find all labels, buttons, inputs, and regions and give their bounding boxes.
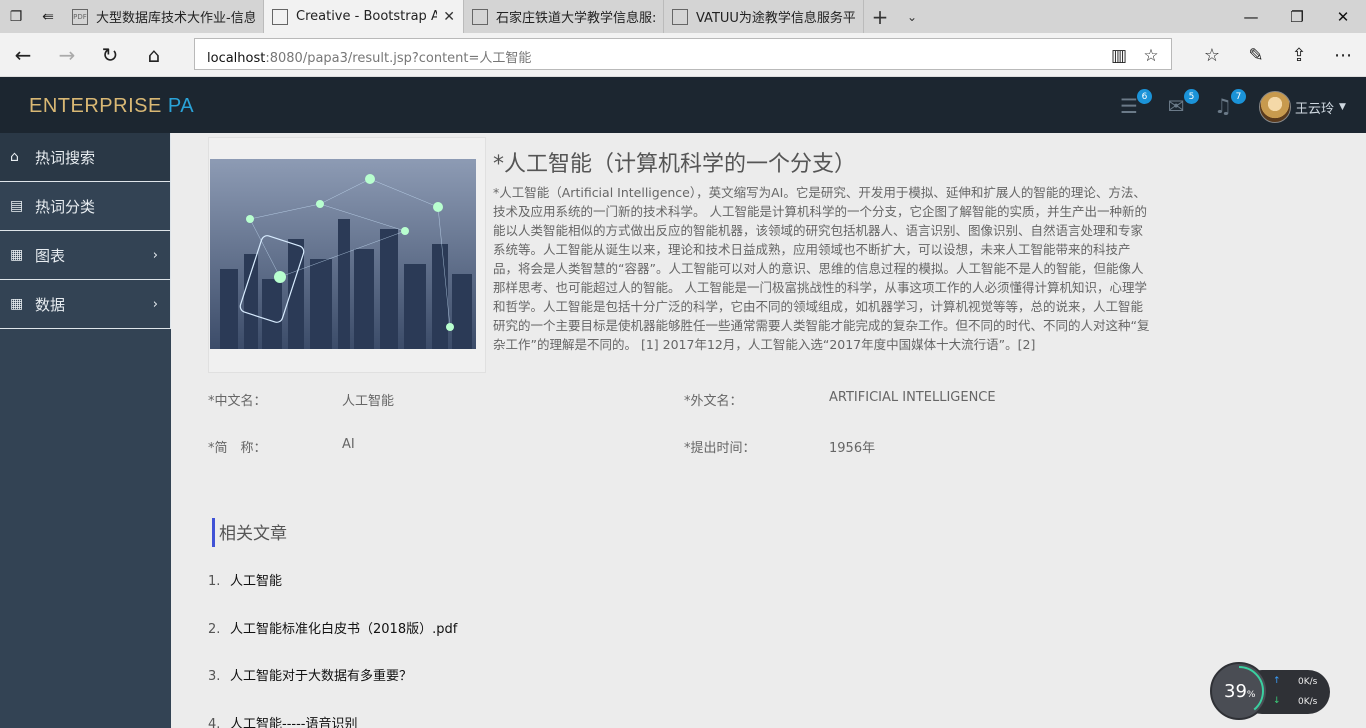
tab-title: 大型数据库技术大作业-信息 <box>96 11 255 26</box>
fact-value-cn-name: 人工智能 <box>342 394 395 409</box>
favorite-star-icon[interactable]: ☆ <box>1139 45 1163 67</box>
tab-title: 石家庄铁道大学教学信息服: <box>496 11 655 26</box>
upload-rate: 0K/s <box>1298 677 1318 687</box>
messages-badge: 5 <box>1184 89 1199 104</box>
set-aside-tabs-icon[interactable]: ⇚ <box>32 0 64 33</box>
article-image <box>208 137 486 373</box>
pen-icon[interactable]: ✎ <box>1241 40 1271 70</box>
tasks-badge: 6 <box>1137 89 1152 104</box>
memory-gauge: 39% <box>1210 662 1268 720</box>
window-controls: — ❐ ✕ <box>1228 0 1366 33</box>
chevron-right-icon: › <box>152 248 158 263</box>
download-arrow-icon: ↓ <box>1273 696 1281 706</box>
restore-icon[interactable]: ❐ <box>1274 0 1320 33</box>
related-articles-heading: 相关文章 <box>212 518 287 547</box>
sidebar-item-label: 数据 <box>35 295 66 314</box>
sidebar-item-label: 热词分类 <box>35 197 96 216</box>
brand-logo[interactable]: ENTERPRISE PA <box>29 95 194 118</box>
list-number: 2. <box>208 622 221 637</box>
page-icon <box>672 8 688 25</box>
sidebar: ⌂ 热词搜索 ▤ 热词分类 ▦ 图表 › ▦ 数据 › <box>0 133 171 728</box>
page-icon <box>272 8 288 25</box>
table-icon: ▦ <box>10 247 24 263</box>
url-text: localhost:8080/papa3/result.jsp?content=… <box>207 51 532 66</box>
notifications-badge: 7 <box>1231 89 1246 104</box>
upload-arrow-icon: ↑ <box>1273 676 1281 686</box>
browser-tab[interactable]: VATUU为途教学信息服务平 <box>664 0 864 33</box>
chevron-down-icon[interactable]: ⌄ <box>896 0 928 33</box>
sidebar-item-hot-search[interactable]: ⌂ 热词搜索 <box>0 133 171 182</box>
related-article-title: 人工智能-----语音识别 <box>230 717 358 728</box>
tab-title: Creative - Bootstrap Ad <box>296 9 438 24</box>
bell-icon[interactable]: ♫ 7 <box>1208 89 1246 121</box>
related-article-title: 人工智能对于大数据有多重要？ <box>230 669 413 684</box>
sidebar-item-label: 热词搜索 <box>35 148 96 167</box>
home-icon[interactable]: ⌂ <box>139 40 169 70</box>
sidebar-item-label: 图表 <box>35 246 66 265</box>
new-tab-icon[interactable]: + <box>864 0 896 33</box>
article-description: *人工智能（Artificial Intelligence），英文缩写为AI。它… <box>493 185 1150 352</box>
table-icon: ▦ <box>10 296 24 312</box>
forward-icon[interactable]: → <box>52 40 82 70</box>
tab-title: VATUU为途教学信息服务平 <box>696 11 855 26</box>
browser-tab-active[interactable]: Creative - Bootstrap Ad ✕ <box>264 0 464 33</box>
related-article-title: 人工智能 <box>230 574 283 589</box>
list-number: 3. <box>208 669 221 684</box>
article-title: *人工智能（计算机科学的一个分支） <box>493 152 857 177</box>
home-icon: ⌂ <box>10 149 19 165</box>
close-tab-icon[interactable]: ✕ <box>443 9 455 25</box>
document-icon: ▤ <box>10 198 24 214</box>
address-bar[interactable]: localhost:8080/papa3/result.jsp?content=… <box>194 38 1172 70</box>
more-icon[interactable]: ⋯ <box>1328 40 1358 70</box>
fact-value-abbr: AI <box>342 437 355 452</box>
fact-value-proposed: 1956年 <box>829 441 876 456</box>
related-article-title: 人工智能标准化白皮书（2018版）.pdf <box>230 622 458 637</box>
back-icon[interactable]: ← <box>8 40 38 70</box>
page-icon <box>472 8 488 25</box>
browser-tab[interactable]: PDF 大型数据库技术大作业-信息 <box>64 0 264 33</box>
fact-label-proposed: *提出时间： <box>684 441 756 456</box>
fact-label-foreign-name: *外文名： <box>684 394 743 409</box>
related-article-link[interactable]: 2. 人工智能标准化白皮书（2018版）.pdf <box>208 618 457 637</box>
user-name: 王云玲 <box>1295 101 1335 117</box>
related-article-link[interactable]: 1. 人工智能 <box>208 570 282 589</box>
related-article-link[interactable]: 4. 人工智能-----语音识别 <box>208 713 357 728</box>
sidebar-item-hot-category[interactable]: ▤ 热词分类 <box>0 182 171 231</box>
main-content: *人工智能（计算机科学的一个分支） *人工智能（Artificial Intel… <box>171 133 1366 728</box>
network-speed-widget[interactable]: ↑ 0K/s ↓ 0K/s 39% <box>1210 662 1330 720</box>
user-menu[interactable]: 王云玲 ▼ <box>1259 91 1346 123</box>
avatar <box>1259 91 1291 123</box>
download-rate: 0K/s <box>1298 697 1318 707</box>
browser-toolbar: ← → ↻ ⌂ localhost:8080/papa3/result.jsp?… <box>0 33 1366 77</box>
reading-view-icon[interactable]: ▥ <box>1107 45 1131 67</box>
browser-tab-strip: ❐ ⇚ PDF 大型数据库技术大作业-信息 Creative - Bootstr… <box>0 0 1366 33</box>
tab-actions-icon[interactable]: ❐ <box>0 0 32 33</box>
fact-label-cn-name: *中文名： <box>208 394 267 409</box>
app-header: ENTERPRISE PA ☰ 6 ✉ 5 ♫ 7 <box>0 77 1366 133</box>
envelope-icon[interactable]: ✉ 5 <box>1161 89 1199 121</box>
fact-label-abbr: *简 称： <box>208 441 267 456</box>
pdf-icon: PDF <box>72 8 88 25</box>
gauge-percent: 39% <box>1224 681 1256 702</box>
close-window-icon[interactable]: ✕ <box>1320 0 1366 33</box>
favorites-hub-icon[interactable]: ☆ <box>1197 40 1227 70</box>
list-number: 1. <box>208 574 221 589</box>
caret-down-icon: ▼ <box>1339 102 1346 112</box>
browser-tab[interactable]: 石家庄铁道大学教学信息服: <box>464 0 664 33</box>
chevron-right-icon: › <box>152 297 158 312</box>
sidebar-item-charts[interactable]: ▦ 图表 › <box>0 231 171 280</box>
refresh-icon[interactable]: ↻ <box>95 40 125 70</box>
minimize-icon[interactable]: — <box>1228 0 1274 33</box>
smart-city-illustration <box>210 159 476 349</box>
list-number: 4. <box>208 717 221 728</box>
share-icon[interactable]: ⇪ <box>1284 40 1314 70</box>
tasks-icon[interactable]: ☰ 6 <box>1114 89 1152 121</box>
related-article-link[interactable]: 3. 人工智能对于大数据有多重要？ <box>208 665 412 684</box>
sidebar-item-data[interactable]: ▦ 数据 › <box>0 280 171 329</box>
fact-value-foreign-name: ARTIFICIAL INTELLIGENCE <box>829 390 996 405</box>
